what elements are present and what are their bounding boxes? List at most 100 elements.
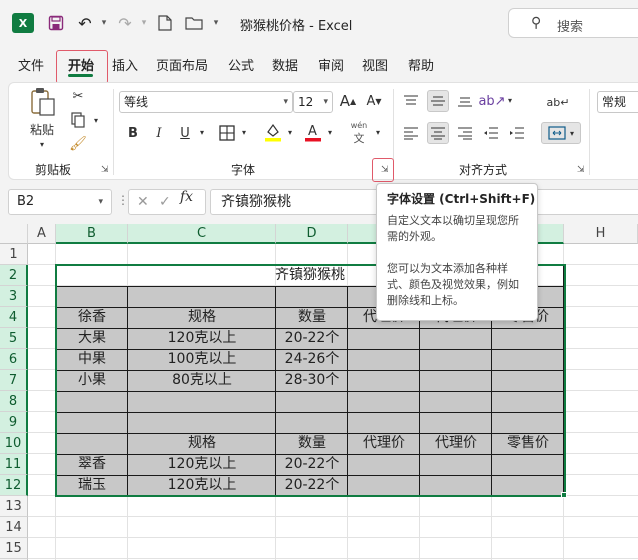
wrap-text-icon[interactable]: ab↵ (547, 91, 570, 113)
shrink-font-button[interactable]: A ▼ (365, 91, 383, 111)
align-left-icon[interactable] (401, 123, 421, 143)
paste-icon[interactable] (29, 87, 57, 117)
new-file-icon[interactable] (155, 12, 175, 34)
phonetic-icon: 文 (353, 131, 365, 145)
align-right-icon[interactable] (455, 123, 475, 143)
tab-file[interactable]: 文件 (18, 55, 44, 74)
search-placeholder: 搜索 (557, 20, 584, 35)
phonetic-dropdown-icon[interactable]: ▾ (373, 127, 383, 137)
tab-data[interactable]: 数据 (272, 55, 298, 74)
align-bottom-icon[interactable] (455, 91, 475, 111)
format-painter-icon[interactable]: 🖌 (69, 135, 87, 153)
row-header[interactable]: 4 (0, 307, 28, 328)
row-header[interactable]: 11 (0, 454, 28, 475)
search-box[interactable]: ⚲ 搜索 (508, 8, 638, 38)
excel-logo-icon: X (12, 13, 34, 33)
row-header[interactable]: 1 (0, 244, 28, 265)
align-top-icon[interactable] (401, 91, 421, 111)
cancel-icon[interactable]: ✕ (137, 194, 149, 210)
row-header[interactable]: 15 (0, 538, 28, 559)
row-header[interactable]: 13 (0, 496, 28, 517)
fill-color-dropdown-icon[interactable]: ▾ (285, 127, 295, 137)
column-header-b[interactable]: B (56, 224, 128, 244)
font-group-label: 字体 (231, 163, 256, 177)
tab-help[interactable]: 帮助 (408, 55, 434, 74)
borders-dropdown-icon[interactable]: ▾ (239, 127, 249, 137)
font-color-icon[interactable]: A (303, 121, 323, 143)
underline-button[interactable]: U (175, 123, 195, 143)
window-title: 猕猴桃价格 - Excel (240, 19, 353, 34)
column-header-a[interactable]: A (28, 224, 56, 244)
orientation-dropdown-icon[interactable]: ▾ (505, 95, 515, 105)
align-middle-icon[interactable] (427, 90, 449, 112)
grow-font-button[interactable]: A ▲ (339, 91, 357, 111)
redo-icon[interactable]: ↷ (114, 12, 136, 34)
ribbon: 粘贴 ▾ ✂ ▾ 🖌 剪贴板 ⇲ 等线 ▾ 12 ▾ A ▲ A ▼ B I U ▾ ▾… (8, 82, 638, 180)
tab-page-layout[interactable]: 页面布局 (156, 55, 208, 74)
phonetic-guide-button[interactable]: wén 文 (347, 121, 371, 145)
paste-dropdown-icon[interactable]: ▾ (35, 139, 49, 149)
italic-button[interactable]: I (149, 123, 169, 143)
merge-center-button[interactable]: ▾ (541, 122, 581, 144)
enter-icon[interactable]: ✓ (159, 194, 171, 210)
row-header[interactable]: 3 (0, 286, 28, 307)
font-color-dropdown-icon[interactable]: ▾ (325, 127, 335, 137)
row-header[interactable]: 5 (0, 328, 28, 349)
tab-insert[interactable]: 插入 (112, 55, 138, 74)
tab-formulas[interactable]: 公式 (228, 55, 254, 74)
row-header[interactable]: 6 (0, 349, 28, 370)
qat-customize-icon[interactable]: ▾ (210, 12, 222, 34)
insert-function-icon[interactable]: fx (180, 189, 193, 205)
row-header[interactable]: 7 (0, 370, 28, 391)
name-box-value: B2 (17, 194, 35, 209)
column-header-h[interactable]: H (564, 224, 638, 244)
open-folder-icon[interactable] (183, 12, 205, 34)
chevron-down-icon: ▾ (98, 197, 103, 207)
row-header[interactable]: 8 (0, 391, 28, 412)
align-center-icon[interactable] (427, 122, 449, 144)
search-icon: ⚲ (531, 15, 542, 31)
row-header[interactable]: 12 (0, 475, 28, 496)
tab-view[interactable]: 视图 (362, 55, 388, 74)
fill-color-icon[interactable] (263, 121, 283, 143)
font-name-combo[interactable]: 等线 ▾ (119, 91, 293, 113)
separator (113, 89, 114, 175)
grow-font-icon: ▲ (350, 96, 357, 106)
copy-icon[interactable] (69, 111, 87, 129)
copy-dropdown-icon[interactable]: ▾ (91, 115, 101, 125)
row-header[interactable]: 10 (0, 433, 28, 454)
alignment-launcher-icon[interactable]: ⇲ (577, 165, 587, 175)
save-icon[interactable] (46, 12, 66, 34)
bold-button[interactable]: B (123, 123, 143, 143)
row-header[interactable]: 9 (0, 412, 28, 433)
fill-handle[interactable] (561, 492, 567, 498)
decrease-indent-icon[interactable] (481, 123, 501, 143)
underline-dropdown-icon[interactable]: ▾ (197, 127, 207, 137)
tooltip-title: 字体设置 (Ctrl+Shift+F) (387, 192, 536, 206)
clipboard-launcher-icon[interactable]: ⇲ (101, 165, 111, 175)
formula-bar: B2 ▾ ⋮ ✕ ✓ fx 齐镇猕猴桃 (0, 186, 638, 218)
column-header-c[interactable]: C (128, 224, 276, 244)
tab-review[interactable]: 审阅 (318, 55, 344, 74)
paste-button[interactable]: 粘贴 (23, 121, 61, 137)
redo-dropdown-icon[interactable]: ▾ (138, 12, 150, 34)
row-header[interactable]: 14 (0, 517, 28, 538)
formula-buttons: ✕ ✓ (128, 189, 206, 215)
number-format-combo[interactable]: 常规 (597, 91, 638, 113)
font-size-value: 12 (298, 95, 314, 109)
row-header[interactable]: 2 (0, 265, 28, 286)
phonetic-label: wén (350, 120, 368, 130)
font-size-combo[interactable]: 12 ▾ (293, 91, 333, 113)
select-all-corner[interactable] (0, 224, 28, 244)
borders-icon[interactable] (217, 123, 237, 143)
undo-dropdown-icon[interactable]: ▾ (98, 12, 110, 34)
undo-icon[interactable]: ↶ (74, 12, 96, 34)
cut-icon[interactable]: ✂ (69, 87, 87, 105)
name-box[interactable]: B2 ▾ (8, 189, 112, 215)
orientation-icon[interactable]: ab↗ (478, 91, 505, 111)
increase-indent-icon[interactable] (507, 123, 527, 143)
separator (589, 89, 590, 175)
column-header-d[interactable]: D (276, 224, 348, 244)
excel-logo-letter: X (18, 16, 28, 30)
shrink-font-icon: ▼ (375, 96, 382, 106)
